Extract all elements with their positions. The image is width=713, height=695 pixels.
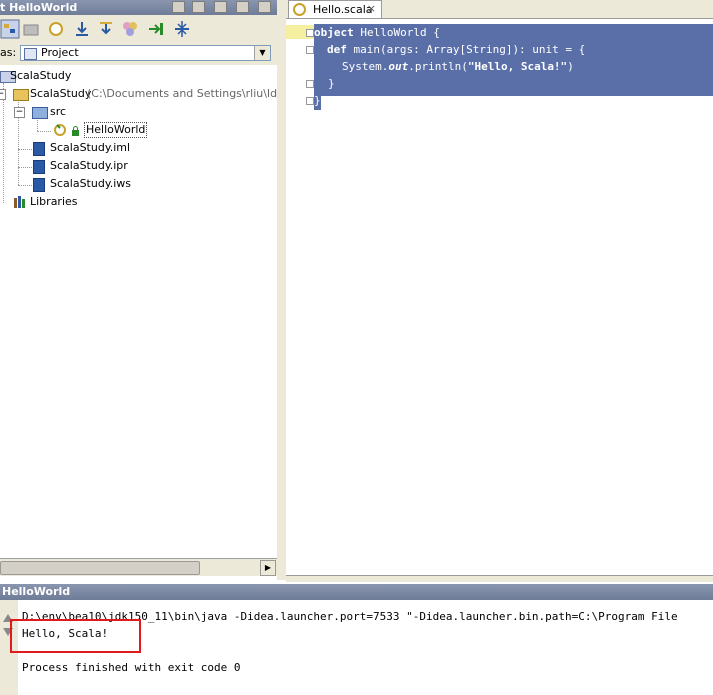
panel-splitter[interactable]: [277, 0, 286, 580]
tree-item-label: ScalaStudy.iml: [50, 141, 131, 154]
scala-object-icon: [54, 124, 66, 136]
view-dropdown-value: Project: [41, 46, 79, 59]
project-view-icon[interactable]: [0, 19, 20, 39]
fold-icon[interactable]: [306, 46, 314, 54]
fold-icon[interactable]: [306, 29, 314, 37]
project-panel-title: t HelloWorld: [0, 1, 78, 14]
project-icon: [24, 48, 37, 60]
code-text: .println(: [408, 60, 468, 73]
tree-item-iml[interactable]: ScalaStudy.iml: [0, 139, 277, 157]
horizontal-scrollbar[interactable]: ▶: [0, 558, 277, 576]
tree-item-path: (C:\Documents and Settings\rliu\IdeaPr: [87, 87, 302, 100]
project-toolbar: [0, 15, 277, 44]
tree-item-module[interactable]: − ScalaStudy (C:\Documents and Settings\…: [0, 85, 302, 103]
highlight-box: [10, 619, 141, 653]
folder-icon: [13, 89, 29, 101]
scala-file-icon: [293, 3, 306, 16]
code-field: out: [388, 60, 409, 73]
folder-icon[interactable]: [22, 19, 42, 39]
hide-icon[interactable]: [258, 1, 271, 13]
code-line-3: System.out.println("Hello, Scala!"): [342, 58, 574, 75]
autoscroll-icon[interactable]: [96, 19, 116, 39]
code-text: ): [567, 60, 574, 73]
run-panel-titlebar: HelloWorld: [0, 584, 713, 600]
code-line-5: }: [314, 92, 321, 109]
tree-item-label: ScalaStudy.ipr: [50, 159, 128, 172]
tree-item-label: HelloWorld: [84, 122, 148, 138]
code-line-4: }: [328, 75, 335, 92]
tree-item-project-root[interactable]: ScalaStudy: [0, 67, 277, 85]
tree-item-label: Libraries: [30, 195, 78, 208]
keyword: def: [327, 43, 347, 56]
close-icon[interactable]: ×: [367, 2, 376, 15]
code-line-1: object HelloWorld {: [314, 24, 440, 41]
project-file-icon: [33, 160, 45, 174]
chevron-down-icon[interactable]: ▼: [254, 46, 270, 60]
fold-icon[interactable]: [306, 97, 314, 105]
editor-bottom-border: [286, 575, 713, 582]
code-text: }: [314, 94, 321, 107]
console-line: Process finished with exit code 0: [22, 661, 241, 674]
group-icon[interactable]: [120, 19, 140, 39]
workspace-file-icon: [33, 178, 45, 192]
panel-option-icon[interactable]: [172, 1, 185, 13]
tab-label: Hello.scala: [313, 3, 373, 16]
pin-icon[interactable]: [214, 1, 227, 13]
code-text: HelloWorld {: [353, 26, 440, 39]
code-editor[interactable]: object HelloWorld { def main(args: Array…: [314, 19, 713, 575]
tree-item-label: ScalaStudy.iws: [50, 177, 132, 190]
minimize-icon[interactable]: [236, 1, 249, 13]
panel-option-icon[interactable]: [192, 1, 205, 13]
code-line-2: def main(args: Array[String]): unit = {: [327, 41, 585, 58]
view-selector-row: as: Project ▼: [0, 43, 277, 65]
editor-tabbar: Hello.scala ×: [286, 0, 713, 19]
tree-item-src[interactable]: − src: [0, 103, 277, 121]
collapse-icon[interactable]: −: [0, 89, 6, 100]
editor-gutter: [286, 19, 315, 575]
keyword: object: [314, 26, 354, 39]
tree-item-libraries[interactable]: Libraries: [0, 193, 277, 211]
tree-item-label: ScalaStudy: [10, 69, 72, 82]
tree-item-helloworld[interactable]: HelloWorld: [0, 121, 277, 139]
libraries-icon: [14, 196, 25, 208]
view-label: as:: [0, 46, 17, 59]
scroll-right-icon[interactable]: ▶: [260, 560, 276, 576]
tree-item-iws[interactable]: ScalaStudy.iws: [0, 175, 277, 193]
source-folder-icon: [32, 107, 48, 119]
scrollbar-thumb[interactable]: [0, 561, 200, 575]
tab-hello-scala[interactable]: Hello.scala ×: [288, 0, 382, 18]
string-literal: "Hello, Scala!": [467, 60, 568, 73]
module-file-icon: [33, 142, 45, 156]
view-dropdown[interactable]: Project ▼: [20, 45, 271, 61]
tree-item-label: ScalaStudy: [30, 87, 92, 100]
code-text: System.: [342, 60, 389, 73]
download-icon[interactable]: [72, 19, 92, 39]
lock-icon: [72, 126, 79, 136]
collapse-all-icon[interactable]: [172, 19, 192, 39]
tree-item-label: src: [50, 105, 67, 118]
code-text: }: [328, 77, 335, 90]
expand-all-icon[interactable]: [146, 19, 166, 39]
collapse-icon[interactable]: −: [14, 107, 25, 118]
run-panel-title: HelloWorld: [2, 585, 71, 598]
code-text: main(args: Array[String]): unit = {: [346, 43, 586, 56]
project-tree: ScalaStudy − ScalaStudy (C:\Documents an…: [0, 65, 302, 558]
scroll-from-source-icon[interactable]: [46, 19, 66, 39]
tree-item-ipr[interactable]: ScalaStudy.ipr: [0, 157, 277, 175]
fold-icon[interactable]: [306, 80, 314, 88]
project-panel-titlebar: t HelloWorld: [0, 0, 277, 15]
